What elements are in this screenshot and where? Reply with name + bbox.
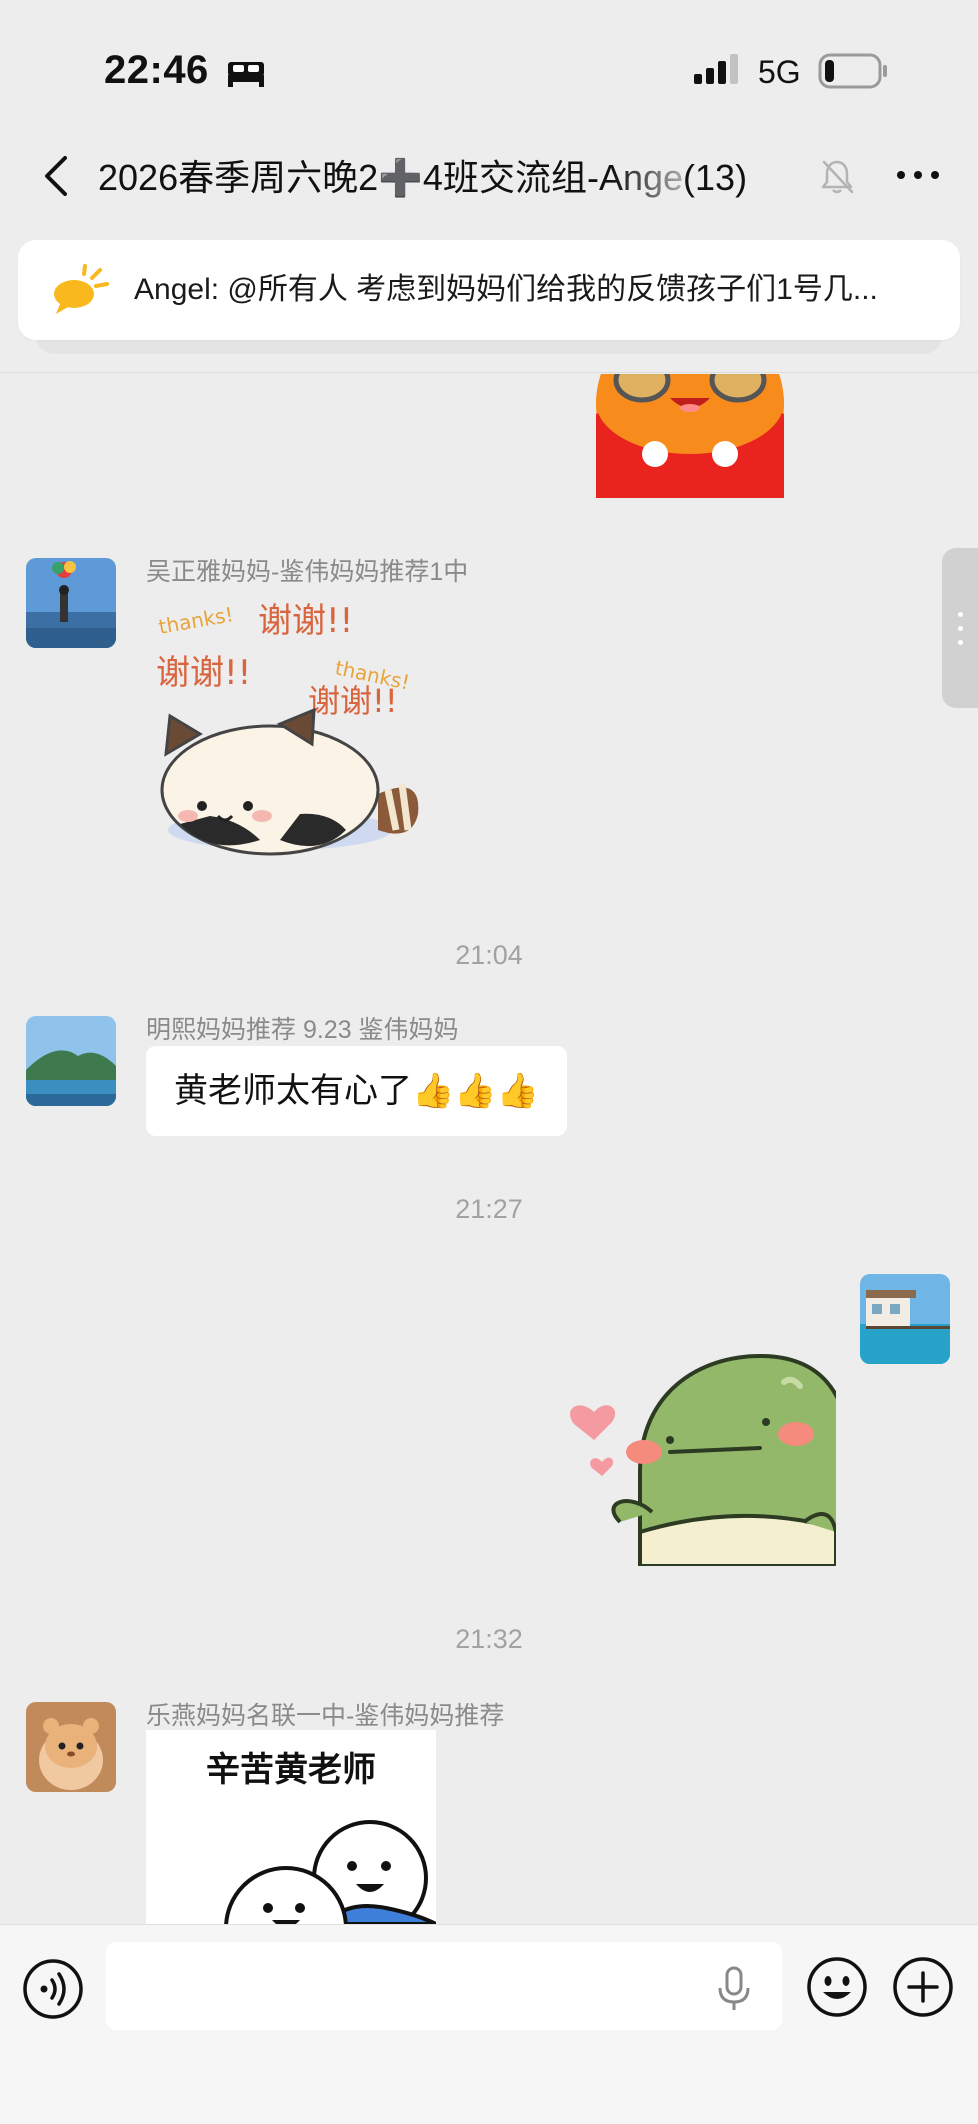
divider — [0, 372, 978, 373]
back-button[interactable] — [28, 148, 84, 204]
more-actions-button[interactable] — [892, 1956, 954, 2023]
side-drawer-handle[interactable] — [942, 548, 978, 708]
avatar[interactable] — [26, 1016, 116, 1106]
sender-name: 明熙妈妈推荐 9.23 鉴伟妈妈 — [146, 1016, 459, 1044]
signal-strength-icon — [692, 54, 744, 91]
timestamp: 21:27 — [455, 1194, 523, 1224]
handle-dot — [957, 639, 963, 645]
voice-input-button[interactable] — [22, 1958, 84, 2025]
pinned-notice-text: Angel: @所有人 考虑到妈妈们给我的反馈孩子们1号几... — [134, 273, 878, 306]
chat-title: 2026春季周六晚2➕4班交流组-Ange — [98, 157, 684, 198]
voice-icon — [23, 1959, 83, 2019]
ellipsis-icon — [897, 171, 939, 179]
handle-dot — [957, 625, 963, 631]
sticker-creature-partial[interactable] — [592, 374, 788, 498]
bed-icon — [226, 58, 266, 93]
plus-icon — [893, 1957, 953, 2017]
message-bubble[interactable]: 黄老师太有心了👍👍👍 — [146, 1046, 568, 1136]
handle-dot — [957, 611, 963, 617]
avatar[interactable] — [26, 1702, 116, 1792]
emoji-button[interactable] — [806, 1956, 868, 2023]
thanks-sticker[interactable]: thanks! 谢谢!! 谢谢!! thanks! 谢谢!! — [150, 594, 436, 880]
battery-icon — [818, 52, 890, 95]
sticker-word: thanks! — [157, 602, 235, 639]
avatar[interactable] — [26, 558, 116, 648]
sticker-word: 谢谢!! — [156, 653, 251, 693]
timestamp: 21:32 — [455, 1624, 523, 1654]
chat-title-bar[interactable]: 2026春季周六晚2➕4班交流组-Ange(13) — [98, 150, 818, 206]
more-options-button[interactable] — [888, 150, 948, 200]
mute-bell-icon — [820, 158, 854, 201]
smiley-icon — [807, 1957, 867, 2017]
message-input[interactable] — [106, 1942, 782, 2030]
sticker-word: 谢谢!! — [308, 682, 398, 720]
hard-work-sticker[interactable]: 辛苦黄老师 — [146, 1730, 436, 1924]
member-count: (13) — [683, 157, 748, 198]
network-type: 5G — [758, 54, 801, 90]
microphone-icon[interactable] — [716, 1966, 752, 2017]
sender-name: 吴正雅妈妈-鉴伟妈妈推荐1中 — [146, 558, 469, 586]
timestamp: 21:04 — [455, 940, 523, 970]
back-arrow-icon — [45, 156, 67, 196]
turtle-sticker[interactable] — [560, 1352, 836, 1566]
sticker-word: 谢谢!! — [258, 601, 353, 641]
sender-name: 乐燕妈妈名联一中-鉴伟妈妈推荐 — [146, 1702, 505, 1730]
announcement-icon — [50, 264, 110, 321]
my-avatar[interactable] — [860, 1274, 950, 1364]
status-time: 22:46 — [104, 48, 209, 92]
